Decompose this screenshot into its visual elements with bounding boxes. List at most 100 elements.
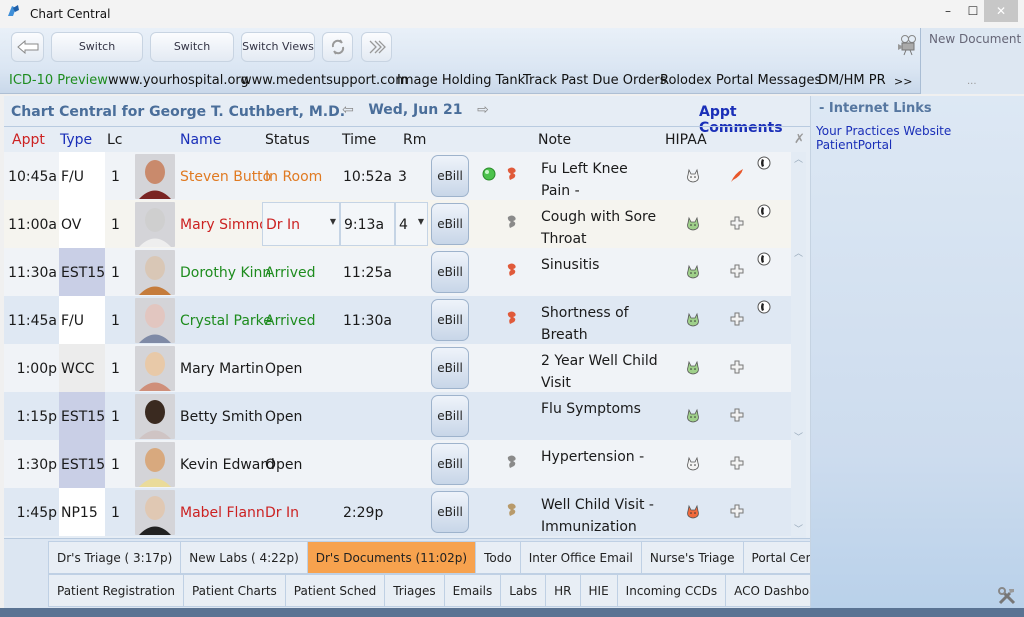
- hipaa-status-icon[interactable]: [685, 216, 701, 232]
- column-header-time[interactable]: Time: [342, 132, 376, 148]
- phone-icon[interactable]: [757, 300, 771, 314]
- new-document-more[interactable]: ...: [967, 76, 977, 87]
- patient-name[interactable]: Steven Butto: [180, 169, 271, 185]
- video-camera-icon[interactable]: [896, 34, 918, 56]
- tools-icon[interactable]: [997, 586, 1017, 606]
- tab-new-labs-4-22p[interactable]: New Labs ( 4:22p): [181, 541, 308, 574]
- link-your-practices-website[interactable]: Your Practices Website: [816, 124, 951, 138]
- patient-photo[interactable]: [135, 346, 175, 391]
- signature-hand-icon[interactable]: [505, 502, 519, 518]
- scroll-page-up-icon[interactable]: ︿: [791, 246, 806, 260]
- tab-patient-sched[interactable]: Patient Sched: [285, 574, 386, 607]
- add-plus-icon[interactable]: [729, 407, 745, 423]
- column-header-status[interactable]: Status: [265, 132, 310, 148]
- patient-photo[interactable]: [135, 490, 175, 535]
- tab-dr-s-documents-11-02p[interactable]: Dr's Documents (11:02p): [307, 541, 477, 574]
- scroll-up-icon[interactable]: ︿: [791, 152, 806, 166]
- tab-todo[interactable]: Todo: [476, 541, 521, 574]
- hipaa-status-icon[interactable]: [685, 456, 701, 472]
- patient-name[interactable]: Kevin Edward: [180, 457, 275, 473]
- ebill-button[interactable]: eBill: [431, 155, 469, 197]
- hipaa-status-icon[interactable]: [685, 312, 701, 328]
- appt-status[interactable]: Dr In: [265, 505, 299, 521]
- link-dm-hm-pr[interactable]: DM/HM PR: [818, 73, 886, 88]
- appointment-row[interactable]: 10:45a F/U 1 Steven Butto In Room 10:52a 3 eBil…: [4, 152, 794, 200]
- appointment-row[interactable]: 11:30a EST15 1 Dorothy Kinn Arrived 11:25a eBi…: [4, 248, 794, 296]
- phone-icon[interactable]: [757, 156, 771, 170]
- link-image-holding-tank[interactable]: Image Holding Tank: [397, 73, 525, 88]
- signature-hand-icon[interactable]: [505, 310, 519, 326]
- column-header-appt[interactable]: Appt: [12, 132, 45, 148]
- tab-inter-office-email[interactable]: Inter Office Email: [520, 541, 642, 574]
- appointment-row[interactable]: 1:30p EST15 1 Kevin Edward Open eBill Hyperten…: [4, 440, 794, 488]
- close-button[interactable]: ✕: [984, 0, 1018, 22]
- patient-photo[interactable]: [135, 250, 175, 295]
- minimize-button[interactable]: –: [938, 0, 958, 22]
- appt-status[interactable]: Open: [265, 457, 302, 473]
- appt-note[interactable]: Hypertension -: [541, 446, 661, 468]
- column-header-note[interactable]: Note: [538, 132, 571, 148]
- ebill-button[interactable]: eBill: [431, 443, 469, 485]
- switch-locations-button[interactable]: Switch Locations: [51, 32, 143, 81]
- ebill-button[interactable]: eBill: [431, 203, 469, 245]
- tab-emails[interactable]: Emails: [444, 574, 502, 607]
- appointment-row[interactable]: 1:45p NP15 1 Mabel Flann Dr In 2:29p eBill Well…: [4, 488, 794, 536]
- appointment-row[interactable]: 11:45a F/U 1 Crystal Parke Arrived 11:30a eBil…: [4, 296, 794, 344]
- add-plus-icon[interactable]: [729, 215, 745, 231]
- feather-pen-icon[interactable]: [729, 167, 745, 183]
- appt-note[interactable]: Cough with Sore Throat: [541, 206, 661, 250]
- scroll-page-down-icon[interactable]: ﹀: [791, 430, 806, 444]
- column-header-lc[interactable]: Lc: [107, 132, 123, 148]
- column-header-hipaa[interactable]: HIPAA: [665, 132, 707, 148]
- hipaa-status-icon[interactable]: [685, 408, 701, 424]
- refresh-button[interactable]: [322, 32, 353, 62]
- room-dropdown[interactable]: 4 ▼: [395, 202, 428, 246]
- tab-patient-charts[interactable]: Patient Charts: [183, 574, 286, 607]
- appt-note[interactable]: Well Child Visit - Immunization: [541, 494, 661, 538]
- tab-hie[interactable]: HIE: [580, 574, 618, 607]
- link-rolodex[interactable]: Rolodex: [660, 73, 712, 88]
- ebill-button[interactable]: eBill: [431, 347, 469, 389]
- appt-status[interactable]: Arrived: [265, 313, 316, 329]
- next-day-icon[interactable]: ⇨: [477, 102, 489, 118]
- patient-name[interactable]: Mary Martin: [180, 361, 264, 377]
- internet-links-title[interactable]: - Internet Links: [819, 101, 932, 116]
- tab-hr[interactable]: HR: [546, 574, 581, 607]
- patient-photo[interactable]: [135, 442, 175, 487]
- add-plus-icon[interactable]: [729, 455, 745, 471]
- tab-triages[interactable]: Triages: [385, 574, 445, 607]
- appointment-scrollbar[interactable]: ︿ ︿ ﹀ ﹀: [791, 152, 806, 538]
- add-plus-icon[interactable]: [729, 263, 745, 279]
- ebill-button[interactable]: eBill: [431, 299, 469, 341]
- add-plus-icon[interactable]: [729, 359, 745, 375]
- appt-status[interactable]: Arrived: [265, 265, 316, 281]
- status-dropdown[interactable]: Dr In ▼: [262, 202, 340, 246]
- tab-labs[interactable]: Labs: [501, 574, 547, 607]
- links-more[interactable]: >>: [894, 75, 912, 88]
- appointment-row[interactable]: 1:15p EST15 1 Betty Smith Open eBill Flu Sympt…: [4, 392, 794, 440]
- switch-views-button[interactable]: Switch Views: [241, 32, 315, 62]
- time-field[interactable]: 9:13a: [340, 202, 395, 246]
- hipaa-status-icon[interactable]: [685, 360, 701, 376]
- ebill-button[interactable]: eBill: [431, 395, 469, 437]
- link-icd10-preview[interactable]: ICD-10 Preview: [9, 73, 108, 88]
- patient-photo[interactable]: [135, 202, 175, 247]
- hipaa-status-icon[interactable]: [685, 504, 701, 520]
- link-patient-portal[interactable]: PatientPortal: [816, 138, 892, 152]
- link-track-past-due-orders[interactable]: Track Past Due Orders: [523, 73, 666, 88]
- signature-hand-icon[interactable]: [505, 166, 519, 182]
- link-medentsupport[interactable]: www.medentsupport.com: [241, 73, 408, 88]
- column-header-name[interactable]: Name: [180, 132, 221, 148]
- patient-name[interactable]: Mabel Flann: [180, 505, 265, 521]
- ebill-button[interactable]: eBill: [431, 491, 469, 533]
- appt-status[interactable]: In Room: [265, 169, 322, 185]
- patient-name[interactable]: Mary Simmo: [180, 217, 268, 233]
- patient-photo[interactable]: [135, 298, 175, 343]
- signature-hand-icon[interactable]: [505, 262, 519, 278]
- add-plus-icon[interactable]: [729, 311, 745, 327]
- tab-patient-registration[interactable]: Patient Registration: [48, 574, 184, 607]
- appointment-row[interactable]: 11:00a OV 1 Mary Simmo Dr In ▼ 9:13a 4 ▼ eBill Cou…: [4, 200, 794, 248]
- patient-name[interactable]: Dorothy Kinn: [180, 265, 271, 281]
- phone-icon[interactable]: [757, 252, 771, 266]
- tab-nurse-s-triage[interactable]: Nurse's Triage: [641, 541, 744, 574]
